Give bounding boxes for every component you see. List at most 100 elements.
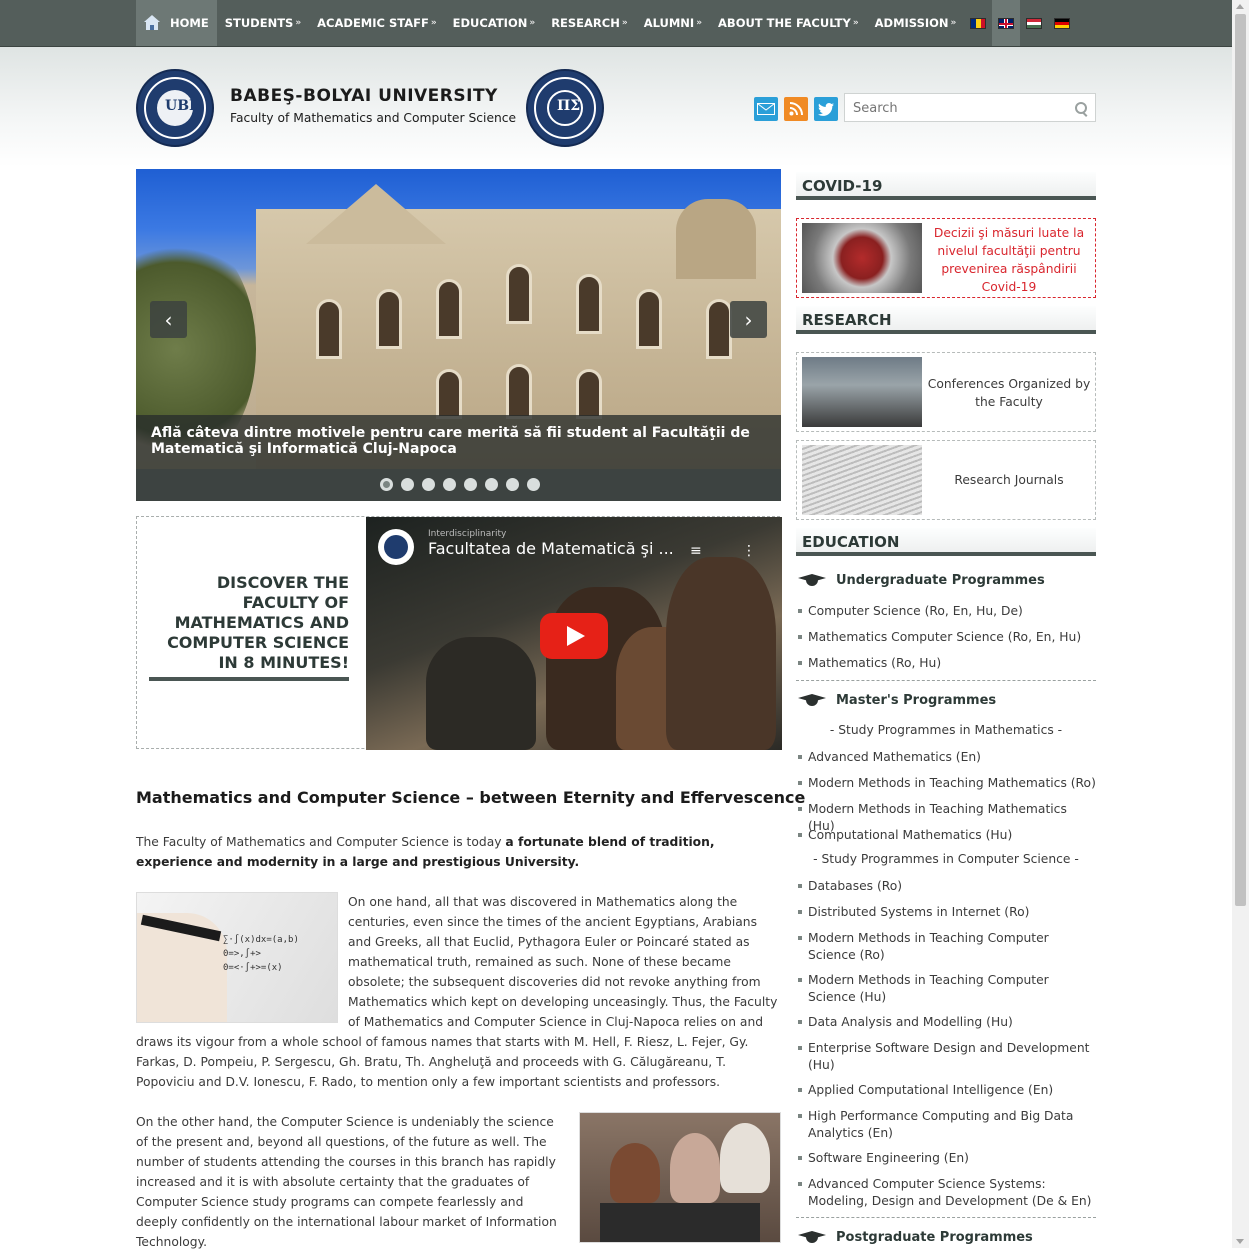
search-icon[interactable] [1075, 102, 1087, 114]
slider-dot[interactable] [422, 478, 435, 491]
article-intro: The Faculty of Mathematics and Computer … [136, 835, 715, 869]
covid-link-text[interactable]: Decizii şi măsuri luate la nivelul facul… [927, 224, 1091, 296]
undergraduate-programmes-heading[interactable]: Undergraduate Programmes [796, 572, 1096, 588]
programme-link[interactable]: Computer Science (Ro, En, Hu, De) [796, 603, 1096, 620]
conference-image [802, 357, 922, 427]
video-channel: Interdisciplinarity [428, 529, 507, 539]
programme-link[interactable]: Distributed Systems in Internet (Ro) [796, 904, 1096, 921]
english-flag-icon [998, 17, 1015, 29]
slider-dot[interactable] [401, 478, 414, 491]
nav-academic-staff[interactable]: ACADEMIC STAFF» [309, 0, 444, 46]
home-icon-link[interactable] [136, 0, 168, 46]
language-romanian[interactable] [964, 0, 992, 46]
programme-link[interactable]: Modern Methods in Teaching Mathematics (… [796, 775, 1096, 792]
programme-link[interactable]: High Performance Computing and Big Data … [796, 1108, 1096, 1142]
youtube-video-player[interactable]: Interdisciplinarity Facultatea de Matema… [366, 517, 782, 750]
faculty-logo[interactable]: ΠΣ [526, 69, 604, 147]
slider-prev-button[interactable]: ‹ [150, 301, 187, 338]
students-computer-lab-image [579, 1112, 781, 1243]
article-paragraph-1: On one hand, all that was discovered in … [136, 895, 778, 1089]
slider-dot[interactable] [506, 478, 519, 491]
divider [796, 680, 1096, 681]
main-menu: HOME STUDENTS» ACADEMIC STAFF» EDUCATION… [136, 0, 1076, 46]
journals-link[interactable]: Research Journals [927, 471, 1091, 489]
hungarian-flag-icon [1026, 17, 1043, 29]
coronavirus-image [802, 223, 922, 293]
nav-admission[interactable]: ADMISSION» [867, 0, 965, 46]
nav-education[interactable]: EDUCATION» [445, 0, 544, 46]
slide-caption[interactable]: Află câteva dintre motivele pentru care … [136, 415, 781, 469]
slider-dot[interactable] [380, 478, 393, 491]
programme-link[interactable]: Mathematics (Ro, Hu) [796, 655, 1096, 672]
discover-video-section: DISCOVER THE FACULTY OF MATHEMATICS AND … [136, 516, 782, 750]
nav-about-faculty[interactable]: ABOUT THE FACULTY» [710, 0, 867, 46]
romanian-flag-icon [970, 17, 987, 29]
search-input[interactable] [851, 95, 1065, 122]
covid-info-card[interactable]: Decizii şi măsuri luate la nivelul facul… [796, 218, 1096, 298]
programme-link[interactable]: Applied Computational Intelligence (En) [796, 1082, 1096, 1099]
nav-alumni[interactable]: ALUMNI» [636, 0, 710, 46]
conferences-link[interactable]: Conferences Organized by the Faculty [927, 375, 1091, 411]
cs-subheading: - Study Programmes in Computer Science - [813, 852, 1079, 866]
education-heading: EDUCATION [796, 528, 1096, 556]
graduation-cap-icon [796, 572, 828, 588]
graduation-cap-icon [796, 1229, 828, 1245]
rss-icon[interactable] [784, 97, 808, 121]
more-options-icon[interactable]: ⋮ [742, 543, 756, 559]
article-title: Mathematics and Computer Science – betwe… [136, 788, 806, 807]
video-title[interactable]: Facultatea de Matematică şi ... [428, 539, 688, 558]
slider-dot[interactable] [527, 478, 540, 491]
journal-image [802, 445, 922, 515]
nav-home[interactable]: HOME [168, 0, 217, 46]
divider [796, 1217, 1096, 1218]
university-logo[interactable]: UBB [136, 69, 214, 147]
university-name: BABEŞ-BOLYAI UNIVERSITY [230, 86, 498, 106]
programme-link[interactable]: Advanced Computer Science Systems: Model… [796, 1176, 1096, 1210]
programme-link[interactable]: Databases (Ro) [796, 878, 1096, 895]
programme-link[interactable]: Mathematics Computer Science (Ro, En, Hu… [796, 629, 1096, 646]
play-button[interactable] [540, 613, 608, 659]
math-subheading: - Study Programmes in Mathematics - [829, 723, 1063, 737]
slider-next-button[interactable]: › [730, 301, 767, 338]
slider-dot[interactable] [464, 478, 477, 491]
chevron-right-icon: » [430, 18, 437, 28]
chevron-right-icon: » [295, 18, 302, 28]
chevron-right-icon: » [621, 18, 628, 28]
language-german[interactable] [1048, 0, 1076, 46]
graduation-cap-icon [796, 692, 828, 708]
masters-programmes-heading[interactable]: Master's Programmes [796, 692, 1096, 708]
covid-heading: COVID-19 [796, 172, 1096, 200]
chevron-right-icon: › [744, 307, 753, 332]
top-navigation-bar: HOME STUDENTS» ACADEMIC STAFF» EDUCATION… [0, 0, 1232, 47]
faculty-name: Faculty of Mathematics and Computer Scie… [230, 111, 517, 125]
chevron-right-icon: » [950, 18, 957, 28]
channel-logo[interactable] [378, 529, 414, 565]
programme-link[interactable]: Software Engineering (En) [796, 1150, 1096, 1167]
programme-link[interactable]: Modern Methods in Teaching Computer Scie… [796, 972, 1096, 1006]
chevron-left-icon: ‹ [164, 307, 173, 332]
article-paragraph-2: On the other hand, the Computer Science … [136, 1115, 557, 1249]
research-journals-card[interactable]: Research Journals [796, 440, 1096, 520]
home-icon [144, 15, 160, 31]
language-hungarian[interactable] [1020, 0, 1048, 46]
postgraduate-programmes-heading[interactable]: Postgraduate Programmes [796, 1229, 1096, 1245]
slider-dot[interactable] [443, 478, 456, 491]
nav-research[interactable]: RESEARCH» [543, 0, 636, 46]
programme-link[interactable]: Modern Methods in Teaching Computer Scie… [796, 930, 1096, 964]
programme-link[interactable]: Computational Mathematics (Hu) [796, 827, 1096, 844]
language-english[interactable] [992, 0, 1021, 46]
email-icon[interactable] [754, 97, 778, 121]
programme-link[interactable]: Advanced Mathematics (En) [796, 749, 1096, 766]
programme-link[interactable]: Data Analysis and Modelling (Hu) [796, 1014, 1096, 1031]
search-box [844, 93, 1096, 122]
chevron-right-icon: » [696, 18, 703, 28]
chevron-right-icon: » [529, 18, 536, 28]
slider-dots [380, 478, 540, 491]
page-scrollbar[interactable] [1232, 0, 1249, 1248]
playlist-icon[interactable]: ≡ [690, 543, 702, 559]
nav-students[interactable]: STUDENTS» [217, 0, 309, 46]
research-conferences-card[interactable]: Conferences Organized by the Faculty [796, 352, 1096, 432]
twitter-icon[interactable] [814, 97, 838, 121]
slider-dot[interactable] [485, 478, 498, 491]
programme-link[interactable]: Enterprise Software Design and Developme… [796, 1040, 1096, 1074]
